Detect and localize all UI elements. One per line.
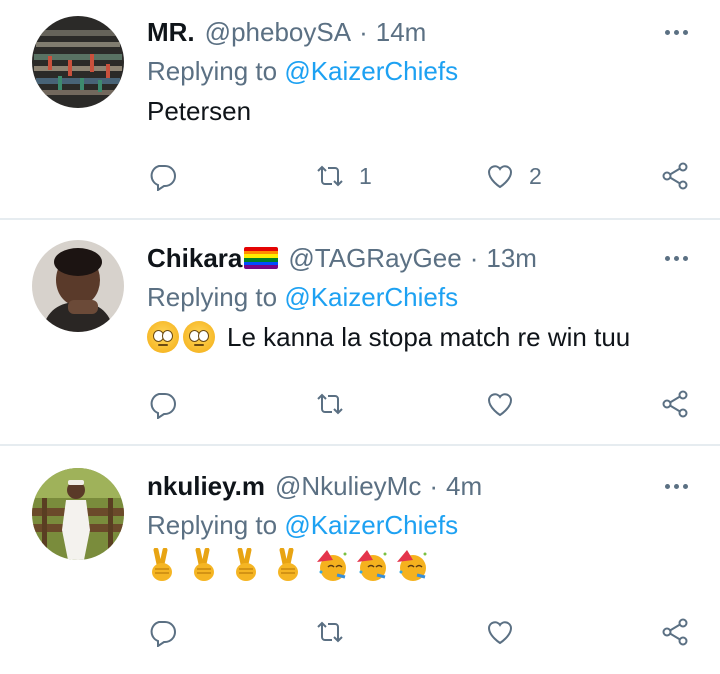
- more-options-icon[interactable]: [656, 14, 696, 50]
- share-icon: [662, 618, 688, 646]
- tweet-text: Le kanna la stopa match re win tuu: [147, 319, 696, 355]
- reply-icon: [150, 165, 176, 191]
- display-name[interactable]: Chikara: [147, 243, 242, 274]
- rolling-eyes-emoji-icon: [183, 321, 215, 353]
- retweet-button[interactable]: [315, 386, 359, 422]
- like-button[interactable]: [485, 614, 529, 650]
- timestamp[interactable]: 13m: [486, 243, 537, 274]
- share-button[interactable]: [660, 386, 690, 422]
- tweet-header: nkuliey.m @NkulieyMc · 4m: [147, 468, 696, 504]
- tweet-header: MR. @pheboySA · 14m: [147, 14, 696, 50]
- victory-hand-emoji-icon: [231, 547, 261, 582]
- separator: ·: [469, 242, 479, 273]
- tweet[interactable]: nkuliey.m @NkulieyMc · 4m Replying to @K…: [0, 446, 720, 674]
- retweet-icon: [317, 393, 343, 415]
- reply-button[interactable]: [147, 614, 177, 650]
- timestamp[interactable]: 14m: [376, 17, 427, 48]
- replying-to-label: Replying to: [147, 56, 285, 86]
- share-icon: [662, 390, 688, 418]
- display-name[interactable]: MR.: [147, 17, 195, 48]
- mention-link[interactable]: @KaizerChiefs: [284, 282, 458, 312]
- partying-face-emoji-icon: [355, 548, 389, 582]
- tweet-actions: [147, 614, 690, 650]
- reply-button[interactable]: [147, 386, 177, 422]
- like-button[interactable]: [485, 386, 529, 422]
- user-handle[interactable]: @NkulieyMc: [275, 471, 421, 502]
- tweet-text: Petersen: [147, 93, 696, 129]
- display-name[interactable]: nkuliey.m: [147, 471, 265, 502]
- heart-icon: [487, 165, 513, 189]
- tweet[interactable]: Chikara @TAGRayGee · 13m Replying to @Ka…: [0, 220, 720, 444]
- reply-icon: [150, 621, 176, 647]
- retweet-icon: [317, 621, 343, 643]
- retweet-button[interactable]: 1: [315, 158, 372, 194]
- tweet-text: [147, 547, 696, 583]
- more-options-icon[interactable]: [656, 468, 696, 504]
- share-button[interactable]: [660, 614, 690, 650]
- separator: ·: [429, 470, 438, 501]
- replying-to: Replying to @KaizerChiefs: [147, 279, 696, 315]
- replying-to: Replying to @KaizerChiefs: [147, 507, 696, 543]
- mention-link[interactable]: @KaizerChiefs: [284, 510, 458, 540]
- separator: ·: [359, 16, 368, 47]
- victory-hand-emoji-icon: [273, 547, 303, 582]
- like-button[interactable]: 2: [485, 158, 542, 194]
- tweet[interactable]: MR. @pheboySA · 14m Replying to @KaizerC…: [0, 0, 720, 218]
- heart-icon: [487, 393, 513, 417]
- rolling-eyes-emoji-icon: [147, 321, 179, 353]
- user-handle[interactable]: @pheboySA: [205, 17, 351, 48]
- tweet-text-content: Le kanna la stopa match re win tuu: [227, 322, 631, 352]
- retweet-icon: [317, 165, 343, 187]
- victory-hand-emoji-icon: [147, 547, 177, 582]
- partying-face-emoji-icon: [315, 548, 349, 582]
- avatar[interactable]: [32, 468, 124, 560]
- retweet-count: 1: [359, 162, 372, 189]
- like-count: 2: [529, 162, 542, 189]
- share-icon: [662, 162, 688, 190]
- replying-to-label: Replying to: [147, 510, 285, 540]
- user-handle[interactable]: @TAGRayGee: [288, 243, 461, 274]
- tweet-text-content: Petersen: [147, 96, 252, 126]
- tweet-actions: 1 2: [147, 158, 690, 194]
- partying-face-emoji-icon: [395, 548, 429, 582]
- reply-button[interactable]: [147, 158, 177, 194]
- avatar[interactable]: [32, 16, 124, 108]
- more-options-icon[interactable]: [656, 240, 696, 276]
- retweet-button[interactable]: [315, 614, 359, 650]
- reply-icon: [150, 393, 176, 419]
- victory-hand-emoji-icon: [189, 547, 219, 582]
- replying-to: Replying to @KaizerChiefs: [147, 53, 696, 89]
- rainbow-flag-icon: [244, 247, 279, 269]
- mention-link[interactable]: @KaizerChiefs: [284, 56, 458, 86]
- tweet-header: Chikara @TAGRayGee · 13m: [147, 240, 696, 276]
- heart-icon: [487, 621, 513, 645]
- timestamp[interactable]: 4m: [446, 471, 482, 502]
- avatar[interactable]: [32, 240, 124, 332]
- reply-feed: MR. @pheboySA · 14m Replying to @KaizerC…: [0, 0, 720, 674]
- tweet-actions: [147, 386, 690, 422]
- replying-to-label: Replying to: [147, 282, 285, 312]
- share-button[interactable]: [660, 158, 690, 194]
